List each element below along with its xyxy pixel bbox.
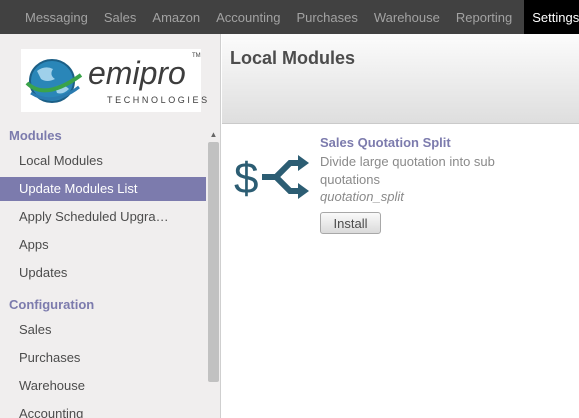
sidebar-item-local-modules[interactable]: Local Modules	[0, 149, 206, 173]
top-menu-item-sales[interactable]: Sales	[96, 0, 145, 34]
top-menu-item-amazon[interactable]: Amazon	[144, 0, 208, 34]
section-title-modules: Modules	[9, 128, 62, 143]
module-description: Divide large quotation into sub quotatio…	[320, 154, 495, 187]
sidebar-item-update-modules-list[interactable]: Update Modules List	[0, 177, 206, 201]
page-title: Local Modules	[230, 48, 356, 68]
logo-trademark: TM	[192, 53, 201, 59]
page-header: Local Modules	[222, 34, 579, 124]
top-menu-item-messaging[interactable]: Messaging	[0, 0, 96, 34]
top-menu-item-accounting[interactable]: Accounting	[208, 0, 288, 34]
module-name[interactable]: Sales Quotation Split	[320, 135, 451, 150]
scroll-up-arrow-icon[interactable]: ▲	[208, 130, 219, 140]
sidebar: emipro TM TECHNOLOGIES Modules Local Mod…	[0, 34, 221, 418]
sidebar-item-sales[interactable]: Sales	[0, 318, 206, 342]
sidebar-item-purchases[interactable]: Purchases	[0, 346, 206, 370]
logo-subtitle: TECHNOLOGIES	[107, 95, 210, 105]
sidebar-item-updates[interactable]: Updates	[0, 261, 206, 285]
top-menu-item-settings[interactable]: Settings	[524, 0, 579, 34]
sidebar-item-apply-scheduled-upgrades[interactable]: Apply Scheduled Upgra…	[0, 205, 206, 229]
company-logo[interactable]: emipro TM TECHNOLOGIES	[21, 49, 207, 112]
top-navigation-bar: Messaging Sales Amazon Accounting Purcha…	[0, 0, 579, 34]
logo-wordmark: emipro	[88, 55, 186, 91]
top-menu: Messaging Sales Amazon Accounting Purcha…	[0, 0, 579, 34]
sidebar-item-apps[interactable]: Apps	[0, 233, 206, 257]
module-technical-name: quotation_split	[320, 189, 404, 204]
dollar-split-icon: $	[234, 154, 309, 203]
module-card: $ Sales Quotation Split Divide large quo…	[222, 125, 579, 418]
sidebar-item-warehouse[interactable]: Warehouse	[0, 374, 206, 398]
install-button[interactable]: Install	[320, 212, 381, 234]
sidebar-scrollbar-thumb[interactable]	[208, 142, 219, 382]
globe-logo-icon	[25, 59, 83, 103]
top-menu-item-purchases[interactable]: Purchases	[288, 0, 365, 34]
top-menu-item-warehouse[interactable]: Warehouse	[366, 0, 448, 34]
top-menu-item-reporting[interactable]: Reporting	[448, 0, 520, 34]
section-title-configuration: Configuration	[9, 297, 95, 312]
sidebar-item-accounting[interactable]: Accounting	[0, 402, 206, 418]
svg-text:$: $	[234, 154, 258, 203]
